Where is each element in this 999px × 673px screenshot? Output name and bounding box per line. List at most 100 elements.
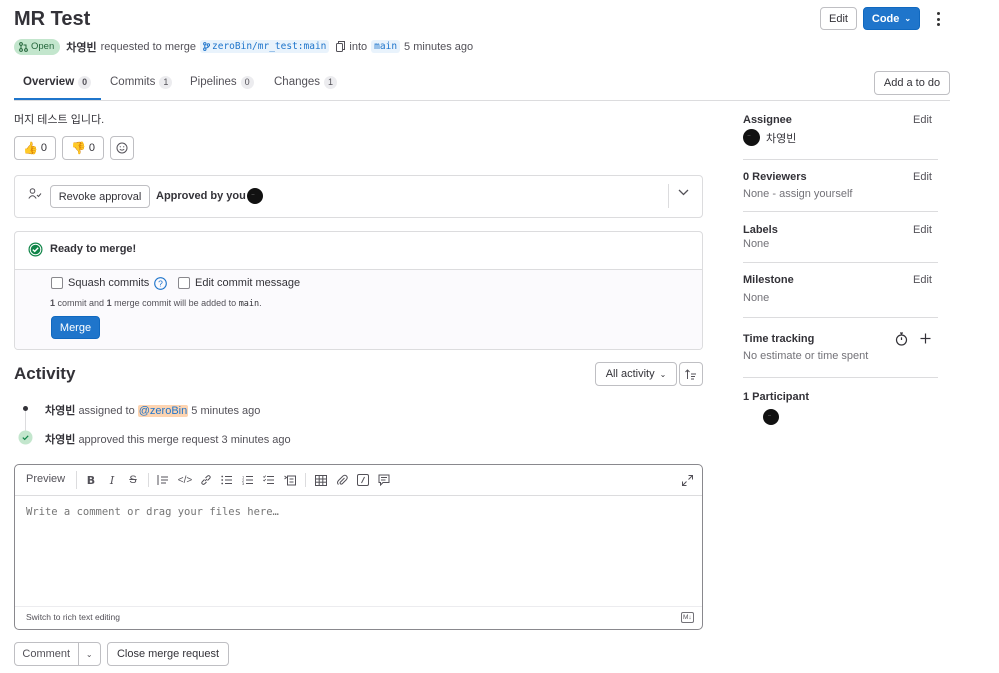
merge-target-branch: main <box>238 299 260 309</box>
chevron-down-icon: ⌄ <box>904 14 912 23</box>
activity-author[interactable]: 차영빈 <box>45 405 75 417</box>
edit-button[interactable]: Edit <box>820 7 857 30</box>
source-branch-label: zeroBin/mr_test:main <box>212 41 327 52</box>
thumbs-up-button[interactable]: 👍 0 <box>14 136 56 160</box>
tab-commits-count: 1 <box>159 76 173 89</box>
activity-filter-dropdown[interactable]: All activity ⌄ <box>595 362 677 386</box>
add-reaction-button[interactable] <box>110 136 134 160</box>
tab-pipelines-label: Pipelines <box>190 76 237 88</box>
switch-rich-text-link[interactable]: Switch to rich text editing <box>26 612 120 622</box>
success-check-icon <box>28 242 43 257</box>
approved-check-icon <box>18 430 33 445</box>
slash-command-icon[interactable] <box>356 473 370 487</box>
merge-commit-text: merge commit will be added to <box>114 298 237 308</box>
comment-textarea[interactable] <box>18 500 698 600</box>
thumbs-down-icon: 👎 <box>70 141 86 155</box>
assignee-name[interactable]: 차영빈 <box>766 130 796 146</box>
chevron-down-icon[interactable] <box>678 189 689 196</box>
italic-icon[interactable]: I <box>105 473 119 487</box>
more-options-icon[interactable] <box>934 10 942 28</box>
bold-icon[interactable]: B <box>84 473 98 487</box>
source-branch[interactable]: zeroBin/mr_test:main <box>200 40 330 53</box>
collapsible-section-icon[interactable] <box>283 473 297 487</box>
mr-status-line: Open 차영빈 requested to merge zeroBin/mr_t… <box>14 38 473 55</box>
approver-avatar[interactable] <box>247 188 263 204</box>
merge-commit-count: 1 <box>106 298 112 308</box>
help-icon[interactable]: ? <box>154 277 167 290</box>
table-icon[interactable] <box>314 473 328 487</box>
close-merge-request-button[interactable]: Close merge request <box>107 642 229 666</box>
stopwatch-icon[interactable] <box>895 332 908 346</box>
thumbs-down-count: 0 <box>88 142 96 154</box>
branch-icon <box>203 42 211 51</box>
tab-commits[interactable]: Commits 1 <box>110 76 173 89</box>
reviewers-value[interactable]: None - assign yourself <box>743 188 938 200</box>
mr-description: 머지 테스트 입니다. <box>14 114 105 126</box>
copy-icon[interactable] <box>336 41 346 52</box>
squash-commits-label[interactable]: Squash commits <box>68 277 149 289</box>
attachment-icon[interactable] <box>335 473 349 487</box>
chevron-down-icon: ⌄ <box>659 369 667 379</box>
sidebar-participants: 1 Participant <box>743 391 938 403</box>
time-tracking-title: Time tracking <box>743 333 815 345</box>
sidebar-time-tracking: Time tracking No estimate or time spent <box>743 333 938 362</box>
tab-changes[interactable]: Changes 1 <box>274 76 338 89</box>
tab-changes-label: Changes <box>274 76 321 88</box>
sidebar-labels-title: Labels <box>743 224 778 236</box>
comment-button-label: Comment <box>22 648 71 660</box>
quote-icon[interactable] <box>156 473 170 487</box>
sidebar-labels: Labels Edit None <box>743 224 938 250</box>
strikethrough-icon[interactable]: S <box>126 473 140 487</box>
sidebar-divider <box>743 377 938 378</box>
approved-by-text: Approved by you <box>156 190 246 202</box>
squash-commits-checkbox[interactable] <box>51 277 63 289</box>
approval-divider <box>668 184 669 208</box>
numbered-list-icon[interactable]: 123 <box>241 473 255 487</box>
bullet-list-icon[interactable] <box>220 473 234 487</box>
toolbar-divider <box>148 473 149 487</box>
chevron-down-icon[interactable]: ⌄ <box>79 650 101 659</box>
code-button[interactable]: Code ⌄ <box>863 7 920 30</box>
comment-template-icon[interactable] <box>377 473 391 487</box>
fullscreen-icon[interactable] <box>680 473 694 487</box>
add-todo-button[interactable]: Add a to do <box>874 71 950 95</box>
preview-tab[interactable]: Preview <box>26 473 65 485</box>
assignee-edit-link[interactable]: Edit <box>913 114 932 126</box>
labels-edit-link[interactable]: Edit <box>913 224 932 236</box>
status-badge: Open <box>14 38 61 55</box>
tab-changes-count: 1 <box>324 76 338 89</box>
link-icon[interactable] <box>199 473 213 487</box>
user-mention[interactable]: @zeroBin <box>137 405 189 417</box>
target-branch[interactable]: main <box>371 40 401 53</box>
labels-value: None <box>743 238 770 250</box>
tab-overview-count: 0 <box>78 76 92 89</box>
comment-button[interactable]: Comment ⌄ <box>14 642 101 666</box>
assignee-avatar[interactable] <box>743 129 760 146</box>
activity-item: 차영빈 assigned to @zeroBin 5 minutes ago <box>45 402 260 418</box>
milestone-edit-link[interactable]: Edit <box>913 274 932 286</box>
participant-avatar[interactable] <box>763 409 780 425</box>
requested-text: requested to merge <box>100 40 197 53</box>
activity-text: assigned to <box>78 405 135 417</box>
sort-direction-button[interactable] <box>679 362 703 386</box>
add-time-icon[interactable] <box>920 333 931 344</box>
edit-commit-message-label[interactable]: Edit commit message <box>195 277 300 289</box>
thumbs-up-count: 0 <box>40 142 48 154</box>
commit-text: commit and <box>57 298 105 308</box>
svg-text:3: 3 <box>242 481 245 485</box>
editor-toolbar-divider <box>15 495 702 496</box>
tab-pipelines[interactable]: Pipelines 0 <box>190 76 254 89</box>
approval-user-icon <box>28 188 42 200</box>
reviewers-edit-link[interactable]: Edit <box>913 171 932 183</box>
sidebar-divider <box>743 262 938 263</box>
task-list-icon[interactable] <box>262 473 276 487</box>
thumbs-down-button[interactable]: 👎 0 <box>62 136 104 160</box>
edit-commit-message-checkbox[interactable] <box>178 277 190 289</box>
commit-count: 1 <box>50 298 56 308</box>
revoke-approval-button[interactable]: Revoke approval <box>50 185 150 208</box>
tab-overview[interactable]: Overview 0 <box>23 76 92 89</box>
author-name[interactable]: 차영빈 <box>66 39 96 55</box>
code-icon[interactable]: </> <box>178 473 192 487</box>
merge-button[interactable]: Merge <box>51 316 100 339</box>
activity-author[interactable]: 차영빈 <box>45 434 75 446</box>
